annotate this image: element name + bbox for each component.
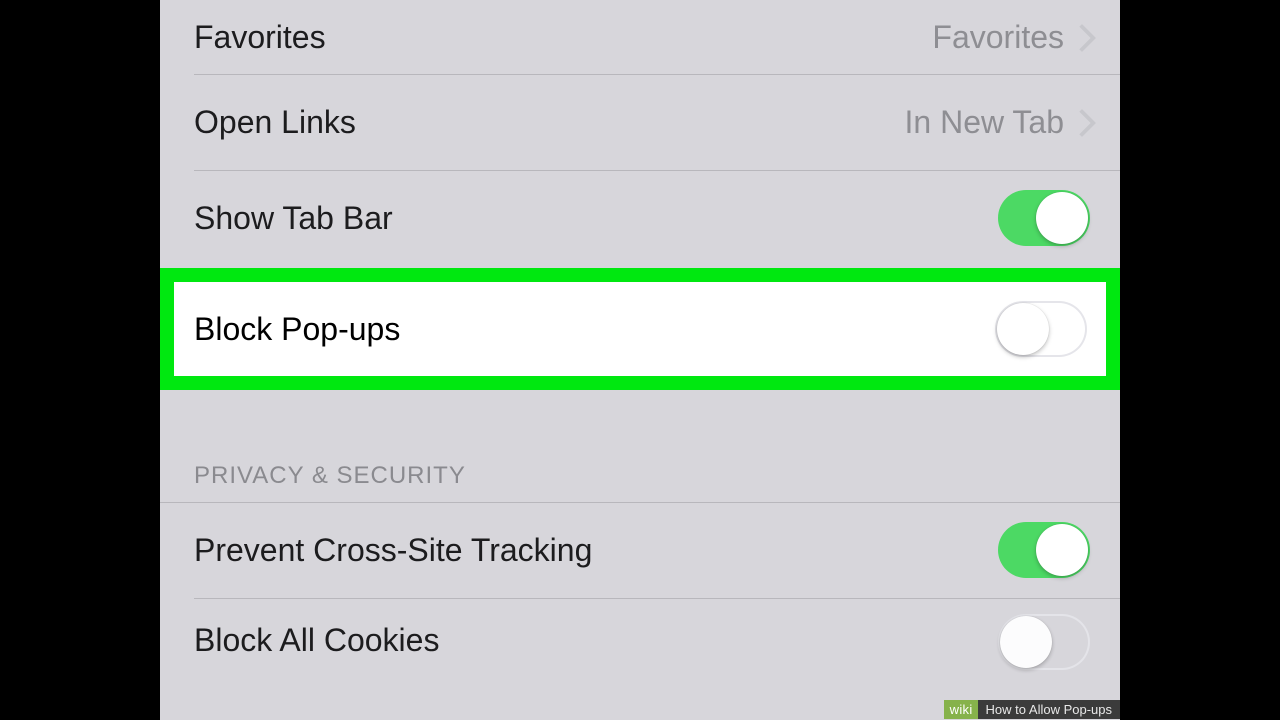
block-cookies-label: Block All Cookies: [194, 622, 439, 659]
chevron-right-icon: [1076, 25, 1090, 49]
prevent-tracking-label: Prevent Cross-Site Tracking: [194, 532, 592, 569]
show-tab-bar-label: Show Tab Bar: [194, 200, 393, 237]
open-links-value-wrap: In New Tab: [905, 104, 1091, 141]
section-header-privacy: PRIVACY & SECURITY: [160, 452, 1120, 502]
toggle-knob: [1000, 616, 1052, 668]
toggle-knob: [1036, 192, 1088, 244]
row-show-tab-bar: Show Tab Bar: [160, 170, 1120, 266]
toggle-knob: [997, 303, 1049, 355]
prevent-tracking-toggle[interactable]: [998, 522, 1090, 578]
show-tab-bar-toggle[interactable]: [998, 190, 1090, 246]
row-block-cookies: Block All Cookies: [160, 598, 1120, 668]
row-block-popups: Block Pop-ups: [174, 282, 1106, 376]
block-cookies-toggle[interactable]: [998, 614, 1090, 670]
settings-panel: Favorites Favorites Open Links In New Ta…: [160, 0, 1120, 720]
row-favorites[interactable]: Favorites Favorites: [160, 0, 1120, 74]
watermark-brand: wiki: [944, 700, 978, 719]
watermark-title: How to Allow Pop-ups: [978, 700, 1120, 719]
open-links-label: Open Links: [194, 104, 356, 141]
block-popups-label: Block Pop-ups: [194, 311, 400, 348]
open-links-value: In New Tab: [905, 104, 1065, 141]
favorites-label: Favorites: [194, 19, 326, 56]
section-gap: [160, 390, 1120, 452]
chevron-right-icon: [1076, 110, 1090, 134]
favorites-value: Favorites: [932, 19, 1064, 56]
highlight-frame: Block Pop-ups: [160, 268, 1120, 390]
row-prevent-tracking: Prevent Cross-Site Tracking: [160, 502, 1120, 598]
block-popups-toggle[interactable]: [995, 301, 1087, 357]
toggle-knob: [1036, 524, 1088, 576]
watermark: wiki How to Allow Pop-ups: [944, 698, 1120, 720]
row-open-links[interactable]: Open Links In New Tab: [160, 74, 1120, 170]
favorites-value-wrap: Favorites: [932, 19, 1090, 56]
